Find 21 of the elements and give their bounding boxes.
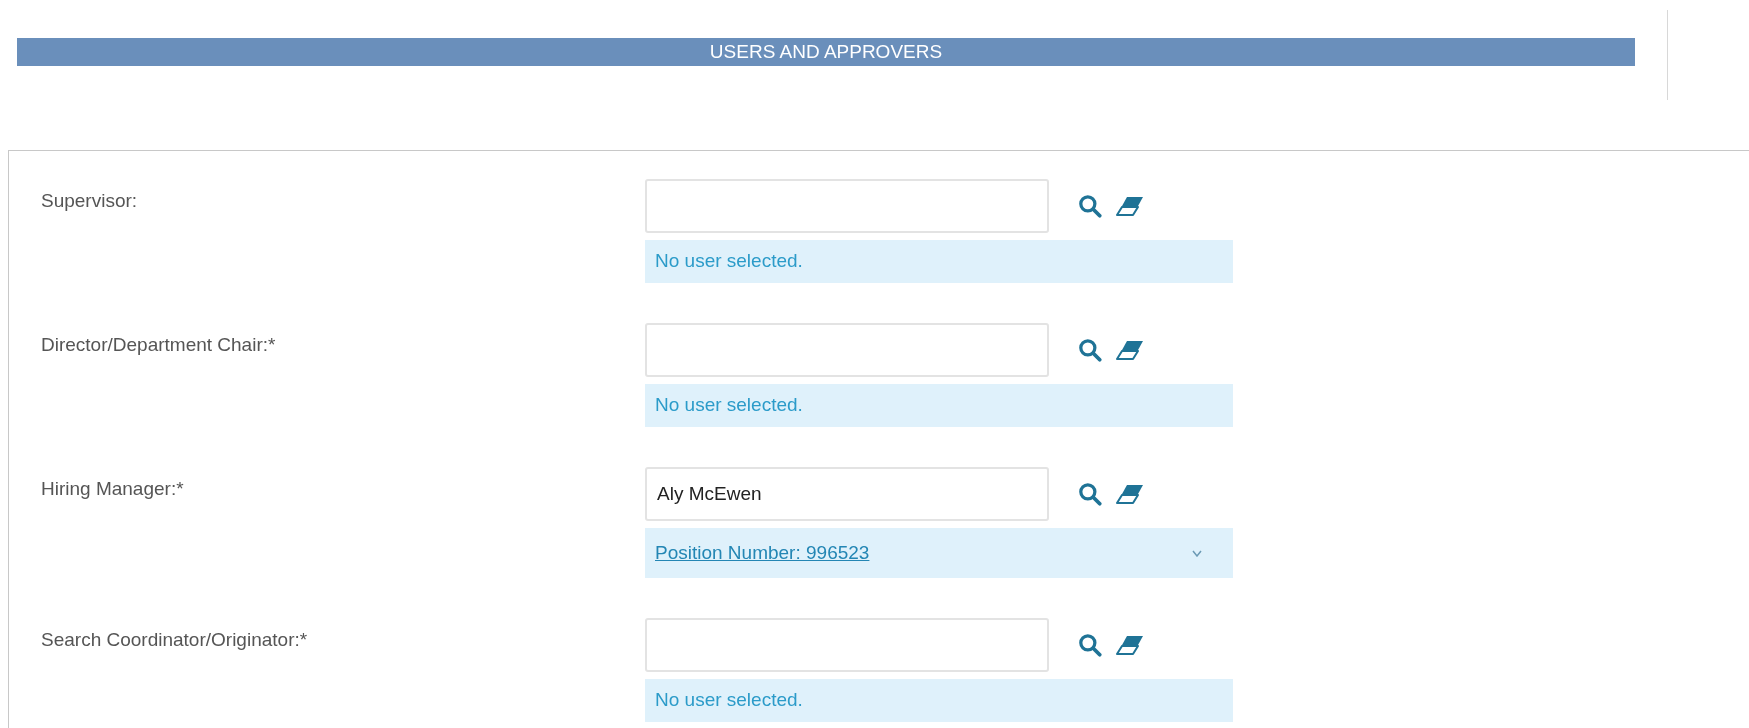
- field-label: Search Coordinator/Originator:*: [41, 629, 308, 650]
- user-field[interactable]: [645, 179, 1049, 233]
- section-header: USERS AND APPROVERS: [17, 38, 1635, 66]
- eraser-icon[interactable]: [1115, 483, 1145, 505]
- user-field[interactable]: Aly McEwen: [645, 467, 1049, 521]
- search-icon[interactable]: [1077, 632, 1103, 658]
- eraser-icon[interactable]: [1115, 339, 1145, 361]
- eraser-icon[interactable]: [1115, 634, 1145, 656]
- search-icon[interactable]: [1077, 337, 1103, 363]
- eraser-icon[interactable]: [1115, 195, 1145, 217]
- field-label: Director/Department Chair:*: [41, 334, 276, 355]
- selection-status: No user selected.: [655, 393, 803, 418]
- search-icon[interactable]: [1077, 193, 1103, 219]
- field-label: Supervisor:: [41, 190, 138, 211]
- user-field[interactable]: [645, 618, 1049, 672]
- selection-status: No user selected.: [655, 688, 803, 713]
- selection-status: No user selected.: [655, 249, 803, 274]
- field-label: Hiring Manager:*: [41, 478, 184, 499]
- user-field[interactable]: [645, 323, 1049, 377]
- search-icon[interactable]: [1077, 481, 1103, 507]
- chevron-icon[interactable]: [1191, 549, 1203, 557]
